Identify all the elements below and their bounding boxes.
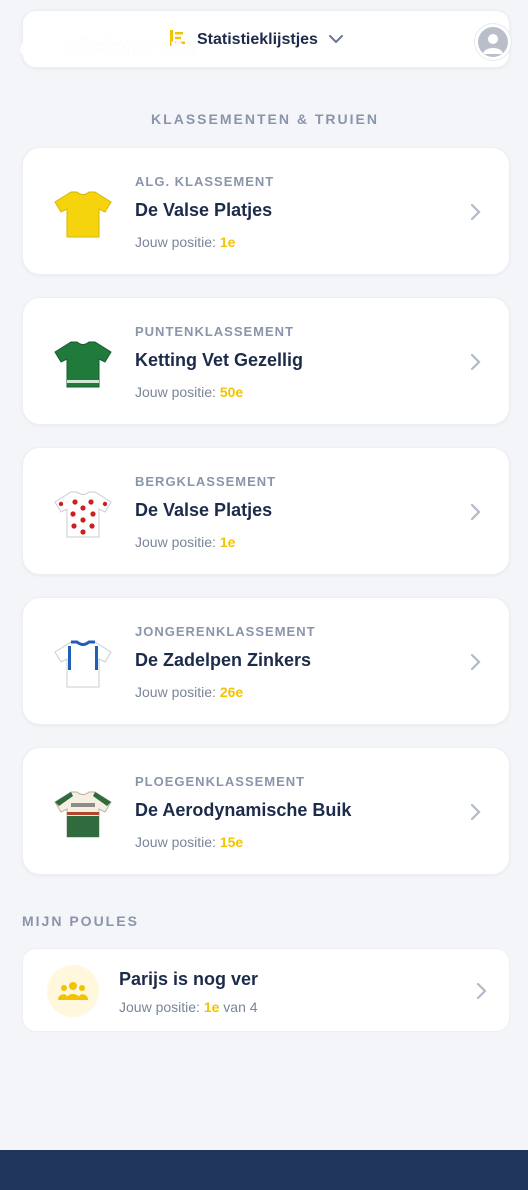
classification-position: Jouw positie: 1e xyxy=(135,534,236,550)
classification-position: Jouw positie: 26e xyxy=(135,684,244,700)
chevron-down-icon xyxy=(328,31,344,49)
chevron-right-icon xyxy=(469,353,481,376)
classifications-section-title: KLASSEMENTEN & TRUIEN xyxy=(151,111,379,127)
classification-team: De Zadelpen Zinkers xyxy=(135,650,312,670)
classification-card-general[interactable]: ALG. KLASSEMENT De Valse Platjes Jouw po… xyxy=(22,147,510,275)
position-value: 15e xyxy=(219,834,244,850)
polka-dot-jersey-icon xyxy=(53,490,113,540)
classification-position: Jouw positie: 1e xyxy=(135,234,236,250)
pool-name: Parijs is nog ver xyxy=(119,969,259,989)
classification-card-youth[interactable]: JONGERENKLASSEMENT De Zadelpen Zinkers J… xyxy=(22,597,510,725)
white-jersey-icon xyxy=(53,640,113,690)
classification-card-mountain[interactable]: BERGKLASSEMENT De Valse Platjes Jouw pos… xyxy=(22,447,510,575)
stats-dropdown-label: Statistieklijstjes xyxy=(197,31,318,48)
brand-name: Wielerprono xyxy=(64,32,198,59)
position-value: 1e xyxy=(219,534,236,550)
pool-position: Jouw positie: 1e van 4 xyxy=(119,999,258,1015)
chevron-right-icon xyxy=(469,803,481,826)
brand-logo[interactable]: Wielerprono xyxy=(20,30,198,62)
chevron-right-icon xyxy=(469,503,481,526)
bicycle-icon xyxy=(20,34,54,58)
classification-category: BERGKLASSEMENT xyxy=(135,474,277,489)
position-value: 26e xyxy=(219,684,244,700)
classification-position: Jouw positie: 15e xyxy=(135,834,244,850)
team-jersey-icon xyxy=(53,790,113,840)
pool-size: van 4 xyxy=(223,999,258,1015)
classification-team: De Valse Platjes xyxy=(135,200,273,220)
classification-category: JONGERENKLASSEMENT xyxy=(135,624,316,639)
position-value: 1e xyxy=(203,999,220,1015)
classification-card-points[interactable]: PUNTENKLASSEMENT Ketting Vet Gezellig Jo… xyxy=(22,297,510,425)
classification-team: De Valse Platjes xyxy=(135,500,273,520)
classification-team: Ketting Vet Gezellig xyxy=(135,350,304,370)
group-icon xyxy=(47,965,99,1017)
chevron-right-icon xyxy=(469,653,481,676)
classification-card-team[interactable]: PLOEGENKLASSEMENT De Aerodynamische Buik… xyxy=(22,747,510,875)
pool-card[interactable]: Parijs is nog ver Jouw positie: 1e van 4 xyxy=(22,948,510,1032)
chevron-right-icon xyxy=(469,203,481,226)
yellow-jersey-icon xyxy=(53,190,113,240)
classification-position: Jouw positie: 50e xyxy=(135,384,244,400)
pools-section-title: MIJN POULES xyxy=(22,913,139,929)
green-jersey-icon xyxy=(53,340,113,390)
user-icon xyxy=(478,27,508,57)
user-avatar[interactable] xyxy=(475,24,511,60)
classification-category: ALG. KLASSEMENT xyxy=(135,174,275,189)
classification-category: PLOEGENKLASSEMENT xyxy=(135,774,306,789)
position-value: 50e xyxy=(219,384,244,400)
classification-category: PUNTENKLASSEMENT xyxy=(135,324,295,339)
chevron-right-icon xyxy=(475,982,487,1005)
classification-team: De Aerodynamische Buik xyxy=(135,800,352,820)
position-value: 1e xyxy=(219,234,236,250)
bottom-navigation-bar xyxy=(0,1150,528,1190)
